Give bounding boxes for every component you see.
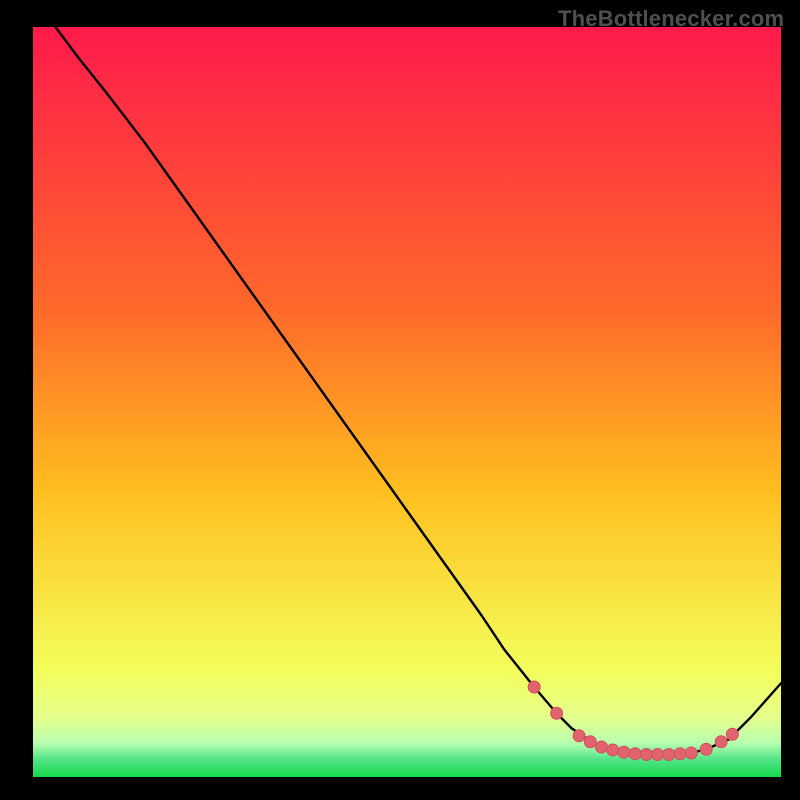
bottleneck-chart [33,27,781,777]
curve-marker [726,728,738,740]
plot-outer [33,27,781,777]
curve-marker [618,746,630,758]
curve-marker [607,744,619,756]
curve-marker [551,707,563,719]
curve-marker [700,743,712,755]
curve-marker [640,749,652,761]
plot-body [33,27,781,777]
curve-marker [573,730,585,742]
curve-marker [629,748,641,760]
curve-marker [595,741,607,753]
app-frame: TheBottlenecker.com [0,0,800,800]
chart-gradient-bg [33,27,781,777]
curve-marker [528,681,540,693]
curve-marker [715,736,727,748]
curve-marker [674,748,686,760]
curve-marker [685,747,697,759]
curve-marker [652,749,664,761]
curve-marker [584,736,596,748]
curve-marker [663,749,675,761]
